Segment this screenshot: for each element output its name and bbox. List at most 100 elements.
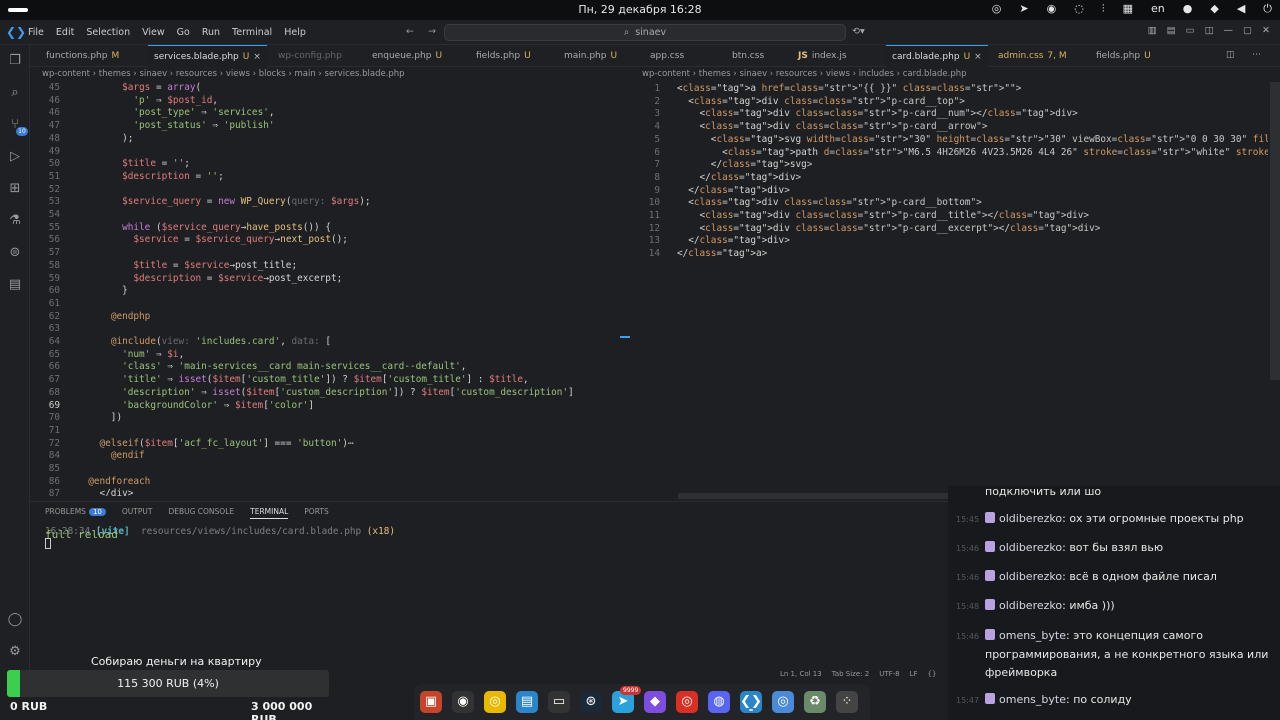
code-line[interactable]: 66 'class' ⇒ 'main-services__card main-s… [30,361,467,374]
right-editor-scrollbar[interactable] [1270,82,1280,380]
code-line[interactable]: 57 [30,247,77,260]
file-manager-icon[interactable]: ▤ [516,691,538,713]
testing-icon[interactable]: ⚗ [7,213,23,229]
volume-icon[interactable]: ◀ [1237,2,1245,16]
split-editor-icon[interactable]: ◫ [1226,50,1235,60]
code-line[interactable]: 6 <class="tag">path d=class="str">"M6.5 … [638,147,1268,160]
tab-debug-console[interactable]: DEBUG CONSOLE [168,507,234,519]
code-line[interactable]: 51 $description = ''; [30,171,224,184]
code-line[interactable]: 2 <class="tag">div class=class="str">"p-… [638,96,965,109]
code-line[interactable]: 13 </class="tag">div> [638,235,790,248]
code-line[interactable]: 9 </class="tag">div> [638,185,790,198]
code-line[interactable]: 72 @elseif($item['acf_fc_layout'] === 'b… [30,438,354,451]
editor-card-blade[interactable]: 1 <class="tag">a href=class="str">"{{ }}… [638,82,1268,496]
photo-icon[interactable]: ◎ [484,691,506,713]
app-grid-icon[interactable]: ⁘ [836,691,858,713]
back-arrow-icon[interactable]: ← [406,26,414,37]
breadcrumb-left[interactable]: wp-content › themes › sinaev › resources… [42,67,405,82]
steam-tray-icon[interactable]: ◌ [1074,2,1084,16]
account-icon[interactable]: ◯ [7,612,23,628]
code-line[interactable]: 62 @endphp [30,311,151,324]
discord-tray-icon[interactable]: ◉ [1047,2,1057,16]
code-line[interactable]: 65 'num' ⇒ $i, [30,349,185,362]
code-line[interactable]: 85 [30,463,77,476]
tab-terminal[interactable]: TERMINAL [250,507,289,519]
power-icon[interactable]: ⏻ [1263,2,1272,16]
right-editor-hscrollbar[interactable] [678,493,948,499]
maximize-icon[interactable]: ▢ [1243,25,1252,36]
telegram-tray-icon[interactable]: ➤ [1019,2,1028,16]
code-line[interactable]: 61 [30,298,77,311]
code-line[interactable]: 46 'post_type' ⇒ 'services', [30,107,275,120]
code-line[interactable]: 84 @endif [30,450,145,463]
close-tab-icon[interactable]: × [253,52,261,62]
code-line[interactable]: 86 @endforeach [30,476,151,489]
breadcrumb-right[interactable]: wp-content › themes › sinaev › resources… [642,67,967,82]
code-line[interactable]: 56 $service = $service_query→next_post()… [30,234,348,247]
menu-edit[interactable]: Edit [56,27,74,38]
code-line[interactable]: 68 'description' ⇒ isset($item['custom_d… [30,387,574,400]
extensions-icon[interactable]: ⊞ [7,181,23,197]
menu-selection[interactable]: Selection [86,27,130,38]
encoding[interactable]: UTF-8 [879,670,899,682]
code-line[interactable]: 58 $title = $service→post_title; [30,260,297,273]
tab-ports[interactable]: PORTS [304,507,328,519]
layout-sidebar-icon[interactable]: ▥ [1148,25,1157,36]
code-line[interactable]: 46 'p' ⇒ $post_id, [30,95,218,108]
code-line[interactable]: 48 ); [30,133,134,146]
code-line[interactable]: 50 $title = ''; [30,158,190,171]
code-line[interactable]: 87 </div> [30,488,134,496]
code-line[interactable]: 11 <class="tag">div class=class="str">"p… [638,210,1089,223]
microphone-icon[interactable]: ● [1183,2,1193,16]
code-line[interactable]: 67 'title' ⇒ isset($item['custom_title']… [30,374,529,387]
keyboard-tray-icon[interactable]: ▦ [1123,2,1133,16]
code-line[interactable]: 69 'backgroundColor' ⇒ $item['color'] [30,400,314,413]
terminal-icon[interactable]: ▭ [548,691,570,713]
menu-terminal[interactable]: Terminal [232,27,272,38]
obsidian-icon[interactable]: ◆ [644,691,666,713]
more-actions-icon[interactable]: ⋯ [1252,50,1261,60]
remote-icon[interactable]: ⊜ [7,245,23,261]
equalizer-tray-icon[interactable]: ⫶ [1102,2,1105,16]
close-tab-icon[interactable]: × [974,52,982,62]
layout-editor-icon[interactable]: ▤ [1167,25,1176,36]
code-line[interactable]: 63 [30,323,77,336]
menu-go[interactable]: Go [177,27,190,38]
code-line[interactable]: 3 <class="tag">div class=class="str">"p-… [638,108,1077,121]
code-line[interactable]: 52 [30,184,77,197]
code-line[interactable]: 59 $description = $service→post_excerpt; [30,273,343,286]
language-indicator[interactable]: en [1151,2,1165,16]
tab-output[interactable]: OUTPUT [122,507,153,519]
code-line[interactable]: 10 <class="tag">div class=class="str">"p… [638,197,982,210]
code-line[interactable]: 71 [30,425,77,438]
menu-run[interactable]: Run [202,27,220,38]
code-line[interactable]: 55 while ($service_query→have_posts()) { [30,222,331,235]
tab-size[interactable]: Tab Size: 2 [832,670,869,682]
tab-fields[interactable]: fields.php U [470,45,537,67]
telegram-icon[interactable]: ➤ 9999 [612,686,642,713]
code-line[interactable]: 70 ]) [30,412,122,425]
layout-secondary-icon[interactable]: ◫ [1205,25,1214,36]
database-icon[interactable]: ▤ [7,277,23,293]
menu-file[interactable]: File [28,27,44,38]
terminal-output[interactable]: 16:28:34 [vite] full reload resources/vi… [45,526,395,541]
chromium-icon[interactable]: ◎ [772,691,794,713]
editor-services-blade[interactable]: 45 $args = array(46 'p' ⇒ $post_id, 46 'p… [30,82,630,496]
vscode-icon[interactable]: ❮❯ [740,691,762,713]
code-line[interactable]: 14 </class="tag">a> [638,248,768,261]
network-icon[interactable]: ◆ [1210,2,1218,16]
code-line[interactable]: 49 [30,146,77,159]
command-center-search[interactable]: ⌕ sinaev [444,24,846,41]
run-debug-icon[interactable]: ▷ [7,149,23,165]
copilot-icon[interactable]: ⟲▾ [852,26,865,37]
close-window-icon[interactable]: ✕ [1262,25,1270,36]
tab-admin-css[interactable]: admin.css 7, M [992,45,1073,67]
steam-icon[interactable]: ⊛ [580,691,602,713]
line-ending[interactable]: LF [910,670,918,682]
code-line[interactable]: 47 'post_status' ⇒ 'publish' [30,120,275,133]
code-line[interactable]: 60 } [30,285,128,298]
tab-app-css[interactable]: app.css [644,45,690,67]
minimize-icon[interactable]: — [1224,25,1234,36]
code-line[interactable]: 45 $args = array( [30,82,201,95]
explorer-icon[interactable]: ❐ [7,53,23,69]
